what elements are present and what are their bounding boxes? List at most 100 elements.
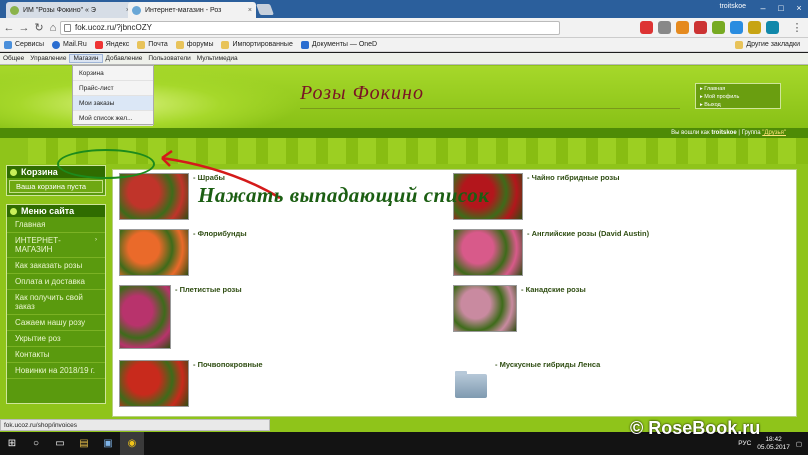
extension-icon[interactable] [694, 21, 707, 34]
web-page: Розы Фокино ▸ Главная ▸ Мой профиль ▸ Вы… [0, 53, 808, 432]
menu-item-get-order[interactable]: Как получить свой заказ [7, 290, 105, 315]
menu-icon[interactable]: ⋮ [790, 21, 804, 35]
shop-dropdown: Корзина Прайс-лист Мои заказы Мой список… [72, 65, 154, 126]
category-image[interactable] [119, 229, 189, 276]
link-logout[interactable]: ▸ Выход [700, 101, 776, 109]
dropdown-my-orders[interactable]: Мои заказы [73, 96, 153, 111]
tab-strip: ИМ "Розы Фокино" « Э × Интернет-магазин … [0, 0, 808, 18]
group-link[interactable]: "Друзья" [762, 130, 786, 136]
admin-menu-management[interactable]: Управление [27, 55, 69, 62]
menu-item-contacts[interactable]: Контакты [7, 347, 105, 363]
category-link[interactable]: - Плетистые розы [175, 285, 242, 349]
menu-item-shop[interactable]: › ИНТЕРНЕТ-МАГАЗИН [7, 233, 105, 258]
menu-item-planting[interactable]: Сажаем нашу розу [7, 315, 105, 331]
bookmark-onedrive[interactable]: Документы — OneD [300, 40, 377, 49]
mailru-icon [52, 40, 61, 49]
windows-start-icon[interactable]: ⊞ [0, 432, 24, 455]
annotation-text: Нажать выпадающий список [198, 183, 490, 207]
admin-menu-multimedia[interactable]: Мультимедиа [194, 55, 241, 62]
category-link[interactable]: - Мускусные гибриды Ленса [495, 360, 600, 398]
category-floribunda[interactable]: - Флорибунды [119, 229, 247, 276]
menu-item-new[interactable]: Новинки на 2018/19 г. [7, 363, 105, 379]
forward-icon[interactable]: → [17, 21, 31, 35]
login-username[interactable]: troitskoe [711, 130, 736, 136]
extension-icon[interactable] [748, 21, 761, 34]
mail-icon[interactable]: ▣ [96, 432, 120, 455]
profile-name[interactable]: troitskoe [720, 3, 746, 10]
category-link[interactable]: - Почвопокровные [193, 360, 263, 407]
bookmark-services[interactable]: Сервисы [4, 40, 44, 49]
dropdown-wishlist[interactable]: Мой список жел... [73, 111, 153, 126]
folder-icon[interactable] [455, 371, 487, 398]
admin-menu-add[interactable]: Добавление [103, 55, 146, 62]
maximize-icon[interactable]: □ [772, 0, 790, 16]
category-image[interactable] [119, 285, 171, 349]
search-icon[interactable]: ○ [24, 432, 48, 455]
clock[interactable]: 18:42 05.05.2017 [757, 436, 790, 452]
url-text: fok.ucoz.ru/?jbncOZY [75, 23, 152, 32]
bookmark-mailru[interactable]: Mail.Ru [52, 40, 87, 49]
admin-bar: Общее Управление Магазин Добавление Поль… [0, 53, 808, 65]
category-lens-musk[interactable]: - Мускусные гибриды Ленса [455, 360, 600, 398]
close-icon[interactable]: × [244, 7, 252, 14]
tab-title: Интернет-магазин - Роз [145, 6, 222, 14]
category-image[interactable] [453, 229, 523, 276]
menu-item-home[interactable]: Главная [7, 217, 105, 233]
admin-menu-general[interactable]: Общее [0, 55, 27, 62]
admin-menu-shop[interactable]: Магазин [69, 54, 103, 63]
chevron-right-icon: › [95, 237, 97, 243]
category-image[interactable] [119, 360, 189, 407]
menu-item-covering[interactable]: Укрытие роз [7, 331, 105, 347]
toolbar: ← → ↻ ⌂ fok.ucoz.ru/?jbncOZY ⋮ [0, 18, 808, 38]
close-window-icon[interactable]: × [790, 0, 808, 16]
extension-icon[interactable] [676, 21, 689, 34]
category-link[interactable]: - Флорибунды [193, 229, 247, 276]
category-link[interactable]: - Канадские розы [521, 285, 586, 332]
chrome-icon[interactable]: ◉ [120, 432, 144, 455]
category-link[interactable]: - Английские розы (David Austin) [527, 229, 649, 276]
address-input[interactable]: fok.ucoz.ru/?jbncOZY [60, 21, 560, 35]
language-indicator[interactable]: РУС [738, 440, 751, 447]
adblock-icon[interactable] [640, 21, 653, 34]
category-groundcover[interactable]: - Почвопокровные [119, 360, 263, 407]
folder-icon [137, 40, 146, 49]
reload-icon[interactable]: ↻ [32, 21, 46, 35]
site-menu: Меню сайта Главная › ИНТЕРНЕТ-МАГАЗИН Как… [6, 204, 106, 404]
minimize-icon[interactable]: – [754, 0, 772, 16]
category-image[interactable] [453, 285, 517, 332]
category-canadian[interactable]: - Канадские розы [453, 285, 586, 332]
new-tab-button[interactable] [255, 4, 275, 15]
bookmark-forums[interactable]: форумы [175, 40, 213, 49]
link-profile[interactable]: ▸ Мой профиль [700, 93, 776, 101]
other-bookmarks[interactable]: Другие закладки [735, 40, 800, 49]
category-english-roses[interactable]: - Английские розы (David Austin) [453, 229, 649, 276]
tab-internet-shop[interactable]: Интернет-магазин - Роз × [128, 2, 256, 18]
tab-rozy-fokino[interactable]: ИМ "Розы Фокино" « Э × [6, 2, 134, 18]
tab-title: ИМ "Розы Фокино" « Э [23, 6, 96, 14]
link-home[interactable]: ▸ Главная [700, 85, 776, 93]
menu-item-payment[interactable]: Оплата и доставка [7, 274, 105, 290]
home-icon[interactable]: ⌂ [46, 21, 60, 35]
dropdown-price-list[interactable]: Прайс-лист [73, 81, 153, 96]
login-strip: Вы вошли как troitskoe | Группа "Друзья" [0, 128, 808, 138]
task-view-icon[interactable]: ▭ [48, 432, 72, 455]
bookmark-pochta[interactable]: Почта [137, 40, 168, 49]
yandex-icon [94, 40, 103, 49]
extension-icon[interactable] [658, 21, 671, 34]
category-climbing[interactable]: - Плетистые розы [119, 285, 242, 349]
admin-menu-users[interactable]: Пользователи [145, 55, 193, 62]
bookmark-yandex[interactable]: Яндекс [94, 40, 129, 49]
menu-item-how-to-order[interactable]: Как заказать розы [7, 258, 105, 274]
screen: ИМ "Розы Фокино" « Э × Интернет-магазин … [0, 0, 808, 455]
extension-icon[interactable] [712, 21, 725, 34]
site-favicon-icon [10, 5, 19, 15]
dropdown-cart[interactable]: Корзина [73, 66, 153, 81]
file-explorer-icon[interactable]: ▤ [72, 432, 96, 455]
extension-icon[interactable] [766, 21, 779, 34]
extension-icon[interactable] [730, 21, 743, 34]
back-icon[interactable]: ← [2, 21, 16, 35]
category-link[interactable]: - Чайно гибридные розы [527, 173, 620, 220]
notifications-icon[interactable]: ▢ [796, 440, 802, 448]
page-info-icon [64, 24, 71, 32]
bookmark-imported[interactable]: Импортированные [221, 40, 293, 49]
